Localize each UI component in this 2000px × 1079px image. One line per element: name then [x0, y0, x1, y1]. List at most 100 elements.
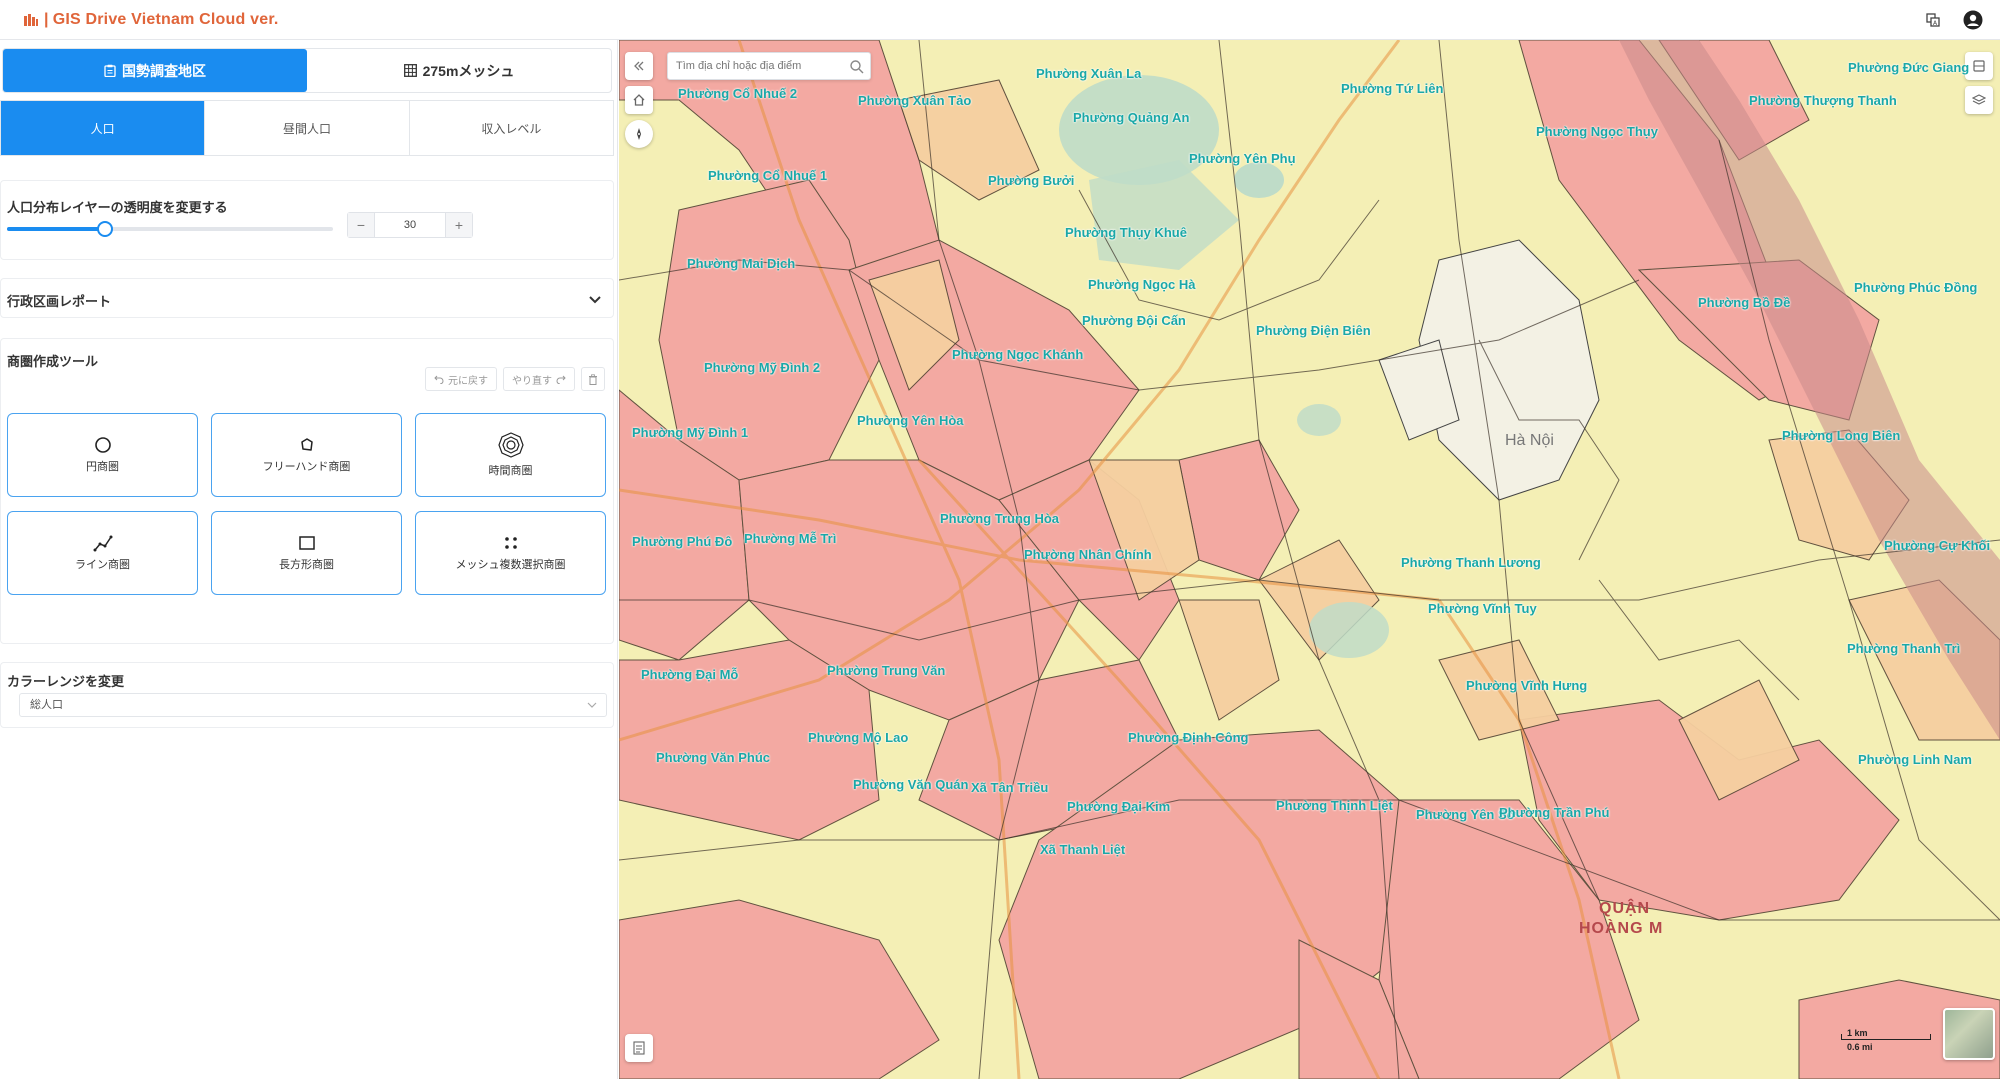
increment-button[interactable]: + — [446, 213, 472, 237]
ward-label: Phường Đại Kim — [1067, 799, 1171, 814]
color-range-title: カラーレンジを変更 — [7, 674, 125, 689]
ward-label: Phường Trung Văn — [827, 663, 946, 678]
layers-icon — [1972, 94, 1986, 105]
undo-button[interactable]: 元に戻す — [425, 367, 497, 391]
ward-label: Phường Yên Phụ — [1189, 151, 1296, 166]
compass-icon — [637, 128, 641, 140]
slider-thumb[interactable] — [96, 221, 113, 237]
mesh-multi-select-button[interactable]: メッシュ複数選択商圏 — [415, 511, 606, 595]
line-icon — [93, 535, 112, 552]
satellite-thumbnail[interactable] — [1943, 1008, 1995, 1060]
scale-mi: 0.6 mi — [1847, 1042, 1873, 1052]
basemap-icon — [1973, 60, 1985, 72]
ward-label: Phường Văn Quán — [853, 777, 969, 792]
legend-icon — [633, 1041, 645, 1055]
tab-population[interactable]: 人口 — [1, 101, 206, 155]
opacity-stepper: − 30 + — [347, 212, 473, 238]
ward-label: Phường Xuân La — [1036, 66, 1142, 81]
ward-label: Phường Đại Mỗ — [641, 667, 739, 682]
rectangle-area-label: 長方形商圏 — [279, 559, 334, 571]
ward-label: Phường Bồ Đề — [1698, 295, 1791, 310]
admin-report-title: 行政区画レポート — [7, 294, 112, 309]
collapse-panel-button[interactable] — [625, 52, 653, 80]
trade-area-tools-title: 商圏作成ツール — [7, 354, 99, 369]
ward-label: Phường Nhân Chính — [1024, 547, 1152, 562]
ward-label: Phường Phúc Đồng — [1854, 280, 1978, 295]
sub-tab-bar: 人口 昼間人口 収入レベル — [0, 100, 614, 156]
redo-label: やり直す — [512, 375, 552, 387]
rectangle-area-button[interactable]: 長方形商圏 — [211, 511, 402, 595]
legend-button[interactable] — [625, 1034, 653, 1062]
color-range-select[interactable]: 総人口 — [19, 693, 607, 717]
district-label-line2: HOÀNG M — [1579, 920, 1664, 937]
logo-icon — [24, 13, 38, 26]
ward-label: Phường Mỹ Đình 1 — [632, 425, 749, 440]
ward-label: Phường Ngọc Khánh — [952, 347, 1084, 362]
tab-census-area-label: 国勢調査地区 — [122, 62, 206, 79]
ward-label: Phường Ngọc Thụy — [1536, 124, 1658, 139]
ward-label: Phường Đội Cấn — [1082, 313, 1186, 328]
ward-label: Phường Xuân Tảo — [858, 93, 972, 108]
map-search-box — [667, 52, 871, 80]
app-title: GIS Drive Vietnam Cloud ver. — [52, 10, 279, 28]
ward-label: Phường Cổ Nhuế 2 — [678, 86, 798, 101]
app-logo[interactable]: | GIS Drive Vietnam Cloud ver. — [24, 11, 279, 29]
ward-label: Phường Mai Dịch — [687, 256, 796, 271]
clipboard-icon — [104, 64, 116, 77]
layers-button[interactable] — [1965, 86, 1993, 114]
ward-label: Phường Thanh Trì — [1847, 641, 1961, 656]
ward-label: Phường Linh Nam — [1858, 752, 1972, 767]
ward-label: Phường Thụy Khuê — [1065, 225, 1187, 240]
opacity-slider[interactable] — [7, 219, 333, 237]
freehand-area-button[interactable]: フリーハンド商圏 — [211, 413, 402, 497]
opacity-value[interactable]: 30 — [374, 213, 446, 237]
compass-button[interactable] — [625, 120, 653, 148]
ward-label: Xã Thanh Liệt — [1040, 842, 1126, 857]
ward-label: Phường Định Công — [1128, 730, 1249, 745]
undo-label: 元に戻す — [448, 375, 488, 387]
chevron-down-icon — [589, 296, 601, 304]
tab-275m-mesh[interactable]: 275mメッシュ — [307, 49, 611, 92]
redo-button[interactable]: やり直す — [503, 367, 575, 391]
decrement-button[interactable]: − — [348, 213, 374, 237]
line-area-button[interactable]: ライン商圏 — [7, 511, 198, 595]
time-area-label: 時間商圏 — [488, 465, 533, 477]
admin-report-accordion[interactable]: 行政区画レポート — [0, 278, 614, 318]
freehand-area-label: フリーハンド商圏 — [262, 461, 351, 473]
language-icon[interactable]: A — [1922, 9, 1944, 31]
color-range-selected: 総人口 — [30, 699, 63, 711]
scale-bar: 1 km 0.6 mi — [1841, 1028, 1931, 1056]
ward-label: Phường Thượng Thanh — [1749, 93, 1897, 108]
ward-label: Phường Phú Đô — [632, 534, 733, 549]
ward-label: Phường Thịnh Liệt — [1276, 798, 1393, 813]
ward-label: Phường Tứ Liên — [1341, 81, 1444, 96]
main-tab-bar: 国勢調査地区 275mメッシュ — [2, 48, 612, 93]
map-view[interactable]: Phường Xuân La Phường Tứ Liên Phường Đức G… — [619, 40, 2000, 1079]
tab-income-level[interactable]: 収入レベル — [410, 101, 613, 155]
ward-label: Xã Tân Triều — [971, 780, 1049, 795]
freehand-icon — [300, 438, 313, 451]
choropleth-map[interactable] — [619, 40, 2000, 1079]
trash-icon — [589, 373, 597, 385]
ward-label: Phường Quảng An — [1073, 110, 1190, 125]
tab-census-area[interactable]: 国勢調査地区 — [3, 49, 307, 92]
rectangle-icon — [298, 536, 315, 550]
ward-label: Phường Yên Hòa — [857, 413, 964, 428]
delete-button[interactable] — [581, 367, 605, 391]
chevron-down-icon — [587, 702, 597, 708]
ward-label: Phường Mỹ Đình 2 — [704, 360, 821, 375]
map-search-input[interactable] — [668, 53, 838, 79]
ward-label: Phường Vĩnh Tuy — [1428, 601, 1537, 616]
opacity-card: 人口分布レイヤーの透明度を変更する − 30 + — [0, 180, 614, 260]
search-icon[interactable] — [848, 58, 866, 76]
home-button[interactable] — [625, 86, 653, 114]
user-account-icon[interactable] — [1962, 9, 1984, 31]
circle-area-button[interactable]: 円商圏 — [7, 413, 198, 497]
redo-icon — [556, 375, 566, 384]
time-area-button[interactable]: 時間商圏 — [415, 413, 606, 497]
tab-daytime-population[interactable]: 昼間人口 — [205, 101, 410, 155]
logo-separator: | — [44, 10, 49, 28]
ward-label: Phường Mễ Trì — [744, 531, 837, 546]
ward-label: Phường Đức Giang — [1848, 60, 1970, 75]
ward-label: Phường Mộ Lao — [808, 730, 909, 745]
